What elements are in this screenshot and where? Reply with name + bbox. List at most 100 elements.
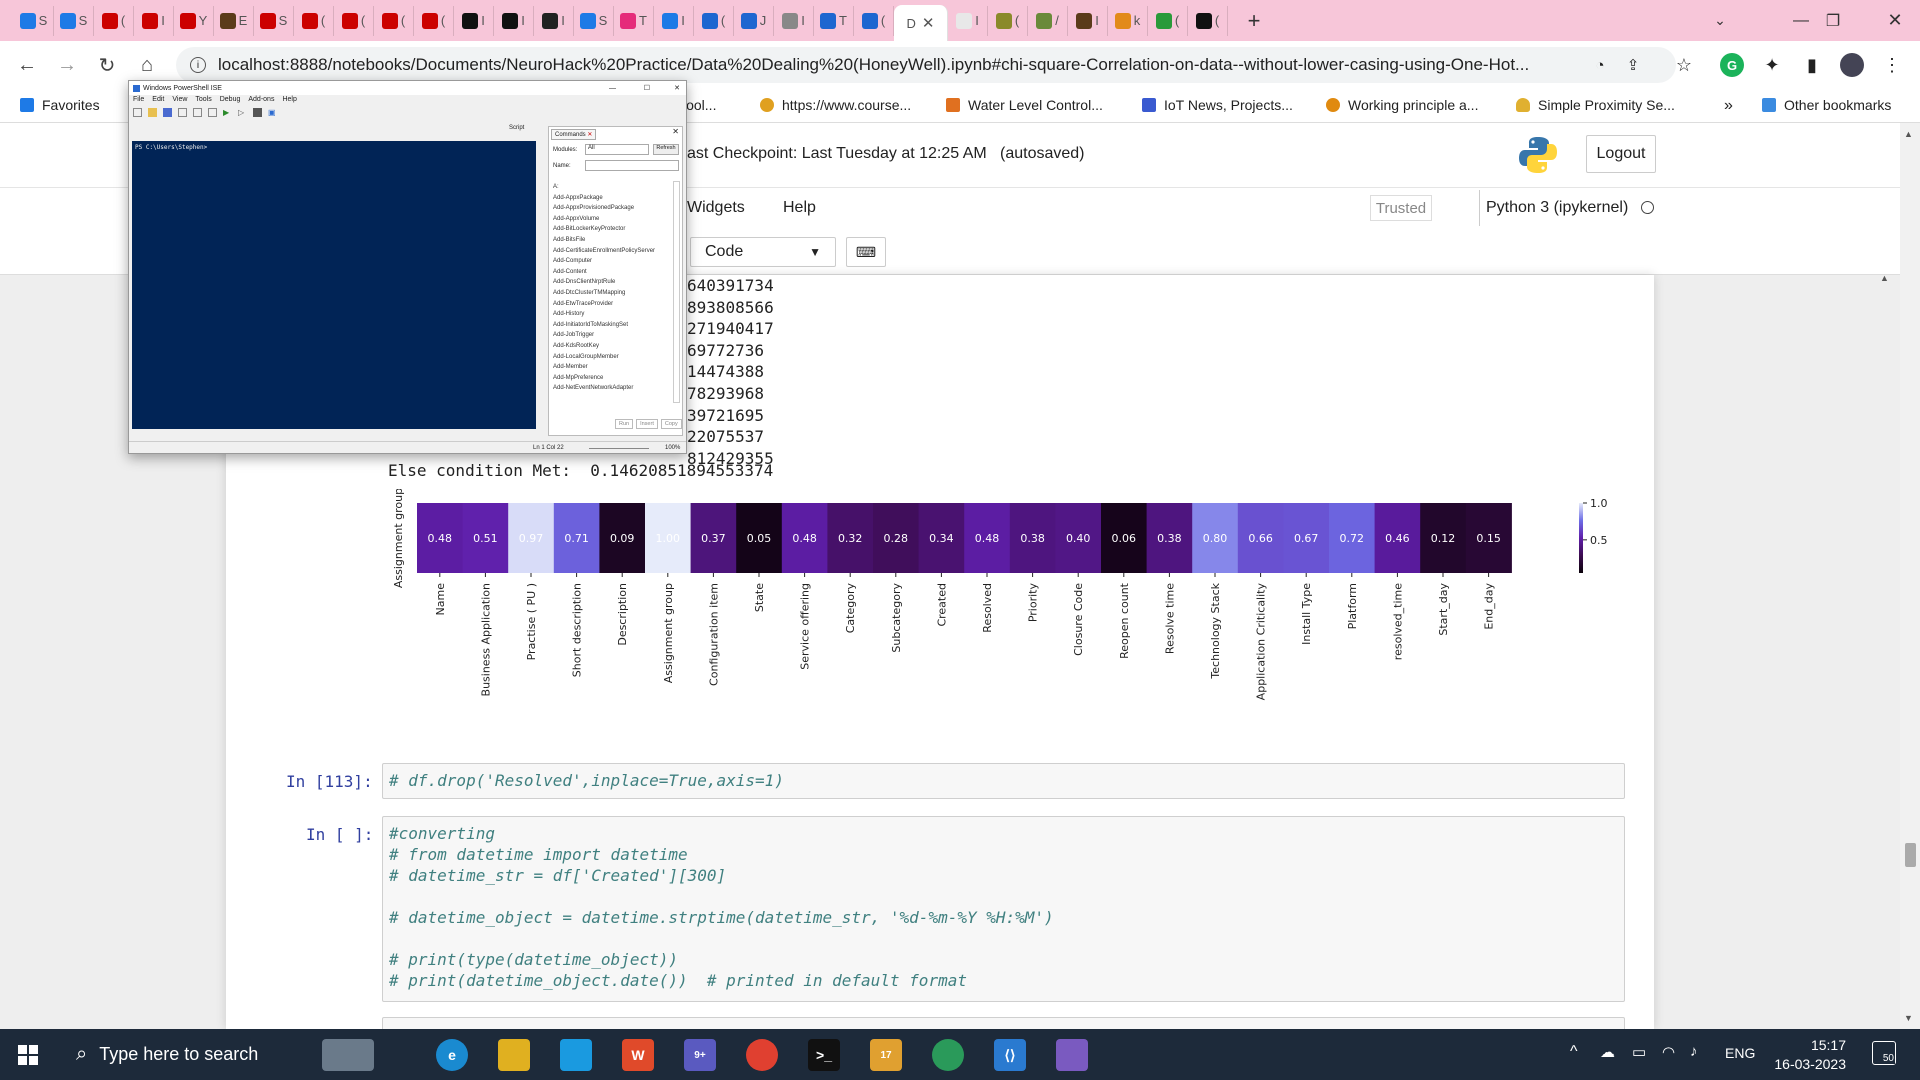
command-item[interactable]: Add-AppxProvisionedPackage <box>553 203 673 214</box>
ise-maximize-icon[interactable]: ☐ <box>644 84 650 92</box>
browser-tab-16[interactable]: I <box>654 5 694 36</box>
page-scrollbar[interactable]: ▲ ▼ <box>1900 123 1920 1029</box>
command-item[interactable]: Add-Content <box>553 267 673 278</box>
restore-icon[interactable]: ❐ <box>1810 0 1856 41</box>
close-window-icon[interactable]: ✕ <box>1872 0 1918 41</box>
browser-tab-18[interactable]: J <box>734 5 774 36</box>
scroll-up-icon[interactable]: ▲ <box>1904 129 1913 139</box>
terminal-icon[interactable]: >_ <box>808 1039 840 1071</box>
browser-tab-9[interactable]: ( <box>374 5 414 36</box>
ise-console-pane[interactable]: PS C:\Users\Stephen> <box>132 141 536 429</box>
ise-menu-tools[interactable]: Tools <box>195 96 211 106</box>
extensions-puzzle-icon[interactable]: ✦ <box>1760 53 1784 77</box>
insert-button[interactable]: Insert <box>636 419 658 429</box>
command-item[interactable]: Add-EtwTraceProvider <box>553 299 673 310</box>
wifi-icon[interactable]: ◠ <box>1662 1043 1675 1061</box>
vscode-icon[interactable]: ⟨⟩ <box>994 1039 1026 1071</box>
command-list[interactable]: A: Add-AppxPackage Add-AppxProvisionedPack… <box>553 182 673 394</box>
browser-tab-8[interactable]: ( <box>334 5 374 36</box>
command-item[interactable]: Add-DtcClusterTMMapping <box>553 288 673 299</box>
notification-center-icon[interactable]: 50 <box>1872 1041 1896 1065</box>
run-button[interactable]: Run <box>615 419 634 429</box>
save-icon[interactable] <box>163 108 172 117</box>
browser-tab-right-5[interactable]: ( <box>1148 5 1188 36</box>
browser-tab-12[interactable]: I <box>494 5 534 36</box>
ise-close-icon[interactable]: ✕ <box>674 84 680 92</box>
side-panel-icon[interactable]: ▮ <box>1800 53 1824 77</box>
browser-tab-3[interactable]: I <box>134 5 174 36</box>
new-tab-plus-icon[interactable]: + <box>1236 8 1272 34</box>
tab-active-notebook[interactable]: D ✕ <box>894 5 948 41</box>
more-menu-icon[interactable]: ⋮ <box>1880 53 1904 77</box>
bookmark-iot-news[interactable]: IoT News, Projects... <box>1142 97 1293 113</box>
command-item[interactable]: Add-History <box>553 309 673 320</box>
browser-tab-13[interactable]: I <box>534 5 574 36</box>
search-highlight-icon[interactable] <box>322 1039 374 1071</box>
site-info-icon[interactable]: i <box>190 57 206 73</box>
windows-start-icon[interactable] <box>18 1045 38 1065</box>
browser-tab-right-4[interactable]: k <box>1108 5 1148 36</box>
command-item[interactable]: Add-KdsRootKey <box>553 341 673 352</box>
command-name-input[interactable] <box>585 160 679 171</box>
run-selection-icon[interactable]: ▷ <box>238 108 247 117</box>
bookmark-working-principle[interactable]: Working principle a... <box>1326 97 1478 113</box>
command-item[interactable]: Add-MpPreference <box>553 373 673 384</box>
command-item[interactable]: Add-CertificateEnrollmentPolicyServer <box>553 246 673 257</box>
browser-tab-10[interactable]: ( <box>414 5 454 36</box>
stop-icon[interactable] <box>253 108 262 117</box>
back-arrow-icon[interactable]: ← <box>10 54 44 77</box>
ise-script-label[interactable]: Script <box>509 125 524 131</box>
browser-tab-right-2[interactable]: / <box>1028 5 1068 36</box>
command-item[interactable]: Add-BitsFile <box>553 235 673 246</box>
menu-help[interactable]: Help <box>783 199 816 217</box>
ise-menu-debug[interactable]: Debug <box>220 96 241 106</box>
language-indicator[interactable]: ENG <box>1725 1045 1755 1061</box>
command-item[interactable]: Add-Computer <box>553 256 673 267</box>
bookmark-water-level[interactable]: Water Level Control... <box>946 97 1103 113</box>
volume-icon[interactable]: ♪ <box>1690 1043 1698 1060</box>
zoom-slider[interactable] <box>589 448 649 449</box>
mail-icon[interactable]: 17 <box>870 1039 902 1071</box>
code-cell-next[interactable] <box>382 1017 1625 1029</box>
ise-menu-help[interactable]: Help <box>282 96 296 106</box>
tab-search-chevron-icon[interactable]: ⌄ <box>1697 0 1743 41</box>
browser-tab-19[interactable]: I <box>774 5 814 36</box>
run-script-icon[interactable]: ▶ <box>223 108 232 117</box>
command-item[interactable]: Add-InitiatorIdToMaskingSet <box>553 320 673 331</box>
code-cell-113[interactable]: # df.drop('Resolved',inplace=True,axis=1… <box>382 763 1625 799</box>
maps-globe-icon[interactable] <box>932 1039 964 1071</box>
command-item[interactable]: Add-Member <box>553 362 673 373</box>
ise-menu-add-ons[interactable]: Add-ons <box>248 96 274 106</box>
bookmark-favorites[interactable]: Favorites <box>20 97 100 113</box>
ise-commands-tab[interactable]: Commands ✕ <box>551 129 597 140</box>
show-hidden-icons-chevron[interactable]: ^ <box>1570 1043 1578 1061</box>
wps-office-icon[interactable]: W <box>622 1039 654 1071</box>
grammarly-icon[interactable]: G <box>1720 53 1744 77</box>
browser-tab-right-3[interactable]: I <box>1068 5 1108 36</box>
ise-menu-edit[interactable]: Edit <box>152 96 164 106</box>
ise-menu-file[interactable]: File <box>133 96 144 106</box>
home-icon[interactable]: ⌂ <box>130 54 164 77</box>
browser-tab-14[interactable]: S <box>574 5 614 36</box>
notebook-scroll-up-icon[interactable]: ▲ <box>1880 273 1889 283</box>
browser-tab-17[interactable]: ( <box>694 5 734 36</box>
close-tab-icon[interactable]: ✕ <box>922 14 935 32</box>
teams-icon[interactable]: 9+ <box>684 1039 716 1071</box>
ise-menu-view[interactable]: View <box>172 96 187 106</box>
browser-tab-right-1[interactable]: ( <box>988 5 1028 36</box>
browser-tab-11[interactable]: I <box>454 5 494 36</box>
sticky-app-icon[interactable] <box>560 1039 592 1071</box>
ise-minimize-icon[interactable]: — <box>609 85 616 92</box>
copy-button[interactable]: Copy <box>660 419 682 429</box>
clock-time[interactable]: 15:17 <box>1770 1037 1846 1053</box>
share-icon[interactable]: ⇪ <box>1621 53 1645 77</box>
commands-close-icon[interactable]: ✕ <box>672 127 679 136</box>
cut-icon[interactable] <box>178 108 187 117</box>
remote-tab-icon[interactable]: ▣ <box>268 108 277 117</box>
browser-tab-4[interactable]: Y <box>174 5 214 36</box>
code-cell-converting[interactable]: #converting # from datetime import dateti… <box>382 816 1625 1002</box>
taskbar-search-box[interactable]: ⌕ Type here to search <box>58 1029 310 1080</box>
modules-select[interactable]: All <box>585 144 649 155</box>
browser-tab-right-0[interactable]: I <box>948 5 988 36</box>
browser-tab-2[interactable]: ( <box>94 5 134 36</box>
